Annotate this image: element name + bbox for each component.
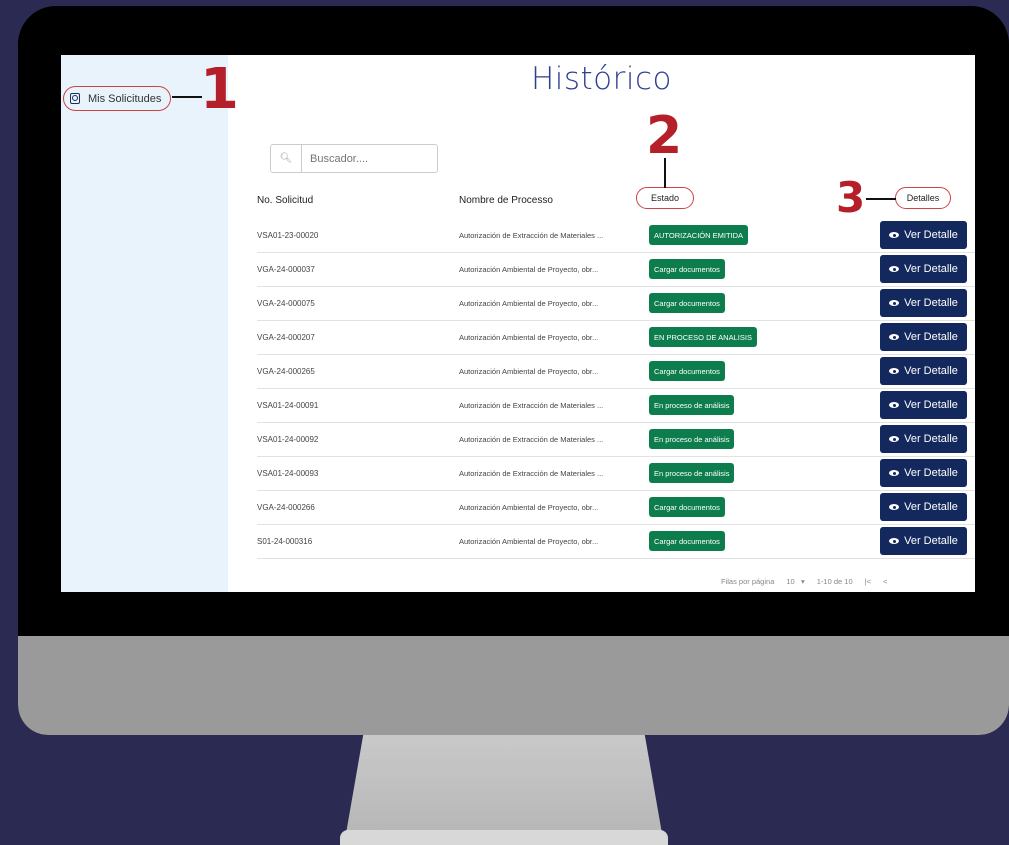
ver-detalle-button[interactable]: Ver Detalle bbox=[880, 493, 967, 521]
solicitud-id: VGA-24-000037 bbox=[257, 265, 315, 274]
sidebar-item-label: Mis Solicitudes bbox=[88, 92, 162, 105]
eye-icon bbox=[889, 368, 900, 374]
proceso-name: Autorización Ambiental de Proyecto, obr.… bbox=[459, 537, 599, 546]
monitor-chin bbox=[18, 636, 1009, 735]
ver-detalle-button[interactable]: Ver Detalle bbox=[880, 323, 967, 351]
proceso-name: Autorización Ambiental de Proyecto, obr.… bbox=[459, 367, 599, 376]
sidebar: Mis Solicitudes bbox=[61, 55, 228, 592]
proceso-name: Autorización Ambiental de Proyecto, obr.… bbox=[459, 503, 599, 512]
pagination: Filas por página 10 ▾ 1-10 de 10 |< < bbox=[721, 577, 887, 586]
search-input[interactable] bbox=[302, 151, 432, 166]
eye-icon bbox=[889, 232, 900, 238]
annotation-line-2 bbox=[664, 158, 666, 188]
header-detalles: Detalles bbox=[895, 187, 951, 209]
header-nombre-proceso: Nombre de Processo bbox=[459, 195, 553, 206]
table-row: VSA01-23-00020 Autorización de Extracción… bbox=[257, 219, 975, 253]
table-row: VSA01-24-00091 Autorización de Extracción… bbox=[257, 389, 975, 423]
ver-detalle-label: Ver Detalle bbox=[904, 263, 958, 275]
eye-icon bbox=[889, 470, 900, 476]
status-badge: Cargar documentos bbox=[649, 259, 725, 279]
annotation-number-1: 1 bbox=[200, 57, 239, 122]
solicitud-id: VGA-24-000207 bbox=[257, 333, 315, 342]
eye-icon bbox=[889, 436, 900, 442]
page-title: Histórico bbox=[530, 61, 673, 97]
solicitud-id: VSA01-24-00093 bbox=[257, 469, 319, 478]
ver-detalle-button[interactable]: Ver Detalle bbox=[880, 289, 967, 317]
annotation-number-3: 3 bbox=[836, 173, 866, 222]
table-row: VSA01-24-00093 Autorización de Extracción… bbox=[257, 457, 975, 491]
status-badge: Cargar documentos bbox=[649, 531, 725, 551]
ver-detalle-button[interactable]: Ver Detalle bbox=[880, 357, 967, 385]
table-row: VGA-24-000075 Autorización Ambiental de P… bbox=[257, 287, 975, 321]
annotation-line-3 bbox=[866, 198, 896, 200]
status-badge: En proceso de análisis bbox=[649, 395, 735, 415]
eye-icon bbox=[889, 538, 900, 544]
rows-per-page-select[interactable]: 10 ▾ bbox=[786, 577, 804, 586]
user-card-icon bbox=[70, 93, 80, 104]
first-page-icon[interactable]: |< bbox=[865, 577, 871, 586]
solicitud-id: VSA01-24-00091 bbox=[257, 401, 319, 410]
ver-detalle-button[interactable]: Ver Detalle bbox=[880, 255, 967, 283]
proceso-name: Autorización Ambiental de Proyecto, obr.… bbox=[459, 299, 599, 308]
annotation-number-2: 2 bbox=[646, 106, 683, 166]
table-row: VGA-24-000037 Autorización Ambiental de P… bbox=[257, 253, 975, 287]
ver-detalle-label: Ver Detalle bbox=[904, 399, 958, 411]
solicitud-id: VGA-24-000075 bbox=[257, 299, 315, 308]
monitor-stand bbox=[344, 735, 664, 845]
page-range: 1-10 de 10 bbox=[816, 577, 853, 586]
eye-icon bbox=[889, 334, 900, 340]
status-badge: En proceso de análisis bbox=[649, 463, 735, 483]
solicitud-id: VGA-24-000265 bbox=[257, 367, 315, 376]
ver-detalle-label: Ver Detalle bbox=[904, 365, 958, 377]
header-no-solicitud: No. Solicitud bbox=[257, 195, 314, 206]
proceso-name: Autorización de Extracción de Materiales… bbox=[459, 469, 604, 478]
ver-detalle-button[interactable]: Ver Detalle bbox=[880, 527, 967, 555]
prev-page-icon[interactable]: < bbox=[883, 577, 887, 586]
header-estado: Estado bbox=[636, 187, 694, 209]
ver-detalle-label: Ver Detalle bbox=[904, 433, 958, 445]
search-box[interactable]: 🔍︎ bbox=[270, 144, 438, 173]
status-badge: Cargar documentos bbox=[649, 293, 725, 313]
eye-icon bbox=[889, 300, 900, 306]
monitor-stand-base bbox=[340, 830, 668, 845]
ver-detalle-label: Ver Detalle bbox=[904, 535, 958, 547]
table-row: VGA-24-000207 Autorización Ambiental de P… bbox=[257, 321, 975, 355]
ver-detalle-button[interactable]: Ver Detalle bbox=[880, 459, 967, 487]
solicitud-id: VSA01-24-00092 bbox=[257, 435, 319, 444]
eye-icon bbox=[889, 402, 900, 408]
ver-detalle-label: Ver Detalle bbox=[904, 467, 958, 479]
proceso-name: Autorización Ambiental de Proyecto, obr.… bbox=[459, 265, 599, 274]
proceso-name: Autorización Ambiental de Proyecto, obr.… bbox=[459, 333, 599, 342]
solicitud-id: VGA-24-000266 bbox=[257, 503, 315, 512]
proceso-name: Autorización de Extracción de Materiales… bbox=[459, 401, 604, 410]
solicitud-id: S01-24-000316 bbox=[257, 537, 313, 546]
sidebar-item-mis-solicitudes[interactable]: Mis Solicitudes bbox=[63, 86, 171, 111]
rows-per-page-label: Filas por página bbox=[721, 577, 775, 586]
table-row: VGA-24-000266 Autorización Ambiental de P… bbox=[257, 491, 975, 525]
status-badge: Cargar documentos bbox=[649, 497, 725, 517]
status-badge: Cargar documentos bbox=[649, 361, 725, 381]
rows-per-page-value: 10 bbox=[786, 577, 795, 586]
solicitud-id: VSA01-23-00020 bbox=[257, 231, 319, 240]
table-row: VGA-24-000265 Autorización Ambiental de P… bbox=[257, 355, 975, 389]
ver-detalle-button[interactable]: Ver Detalle bbox=[880, 391, 967, 419]
annotation-line-1 bbox=[172, 96, 202, 98]
ver-detalle-label: Ver Detalle bbox=[904, 331, 958, 343]
status-badge: EN PROCESO DE ANALISIS bbox=[649, 327, 757, 347]
ver-detalle-button[interactable]: Ver Detalle bbox=[880, 425, 967, 453]
table-row: S01-24-000316 Autorización Ambiental de P… bbox=[257, 525, 975, 559]
ver-detalle-label: Ver Detalle bbox=[904, 229, 958, 241]
eye-icon bbox=[889, 504, 900, 510]
search-icon[interactable]: 🔍︎ bbox=[271, 145, 302, 172]
ver-detalle-label: Ver Detalle bbox=[904, 501, 958, 513]
proceso-name: Autorización de Extracción de Materiales… bbox=[459, 231, 604, 240]
eye-icon bbox=[889, 266, 900, 272]
ver-detalle-button[interactable]: Ver Detalle bbox=[880, 221, 967, 249]
app-screen: Mis Solicitudes Histórico 🔍︎ No. Solicit… bbox=[61, 55, 975, 592]
table-row: VSA01-24-00092 Autorización de Extracción… bbox=[257, 423, 975, 457]
status-badge: En proceso de análisis bbox=[649, 429, 735, 449]
status-badge: AUTORIZACIÓN EMITIDA bbox=[649, 225, 749, 245]
proceso-name: Autorización de Extracción de Materiales… bbox=[459, 435, 604, 444]
ver-detalle-label: Ver Detalle bbox=[904, 297, 958, 309]
